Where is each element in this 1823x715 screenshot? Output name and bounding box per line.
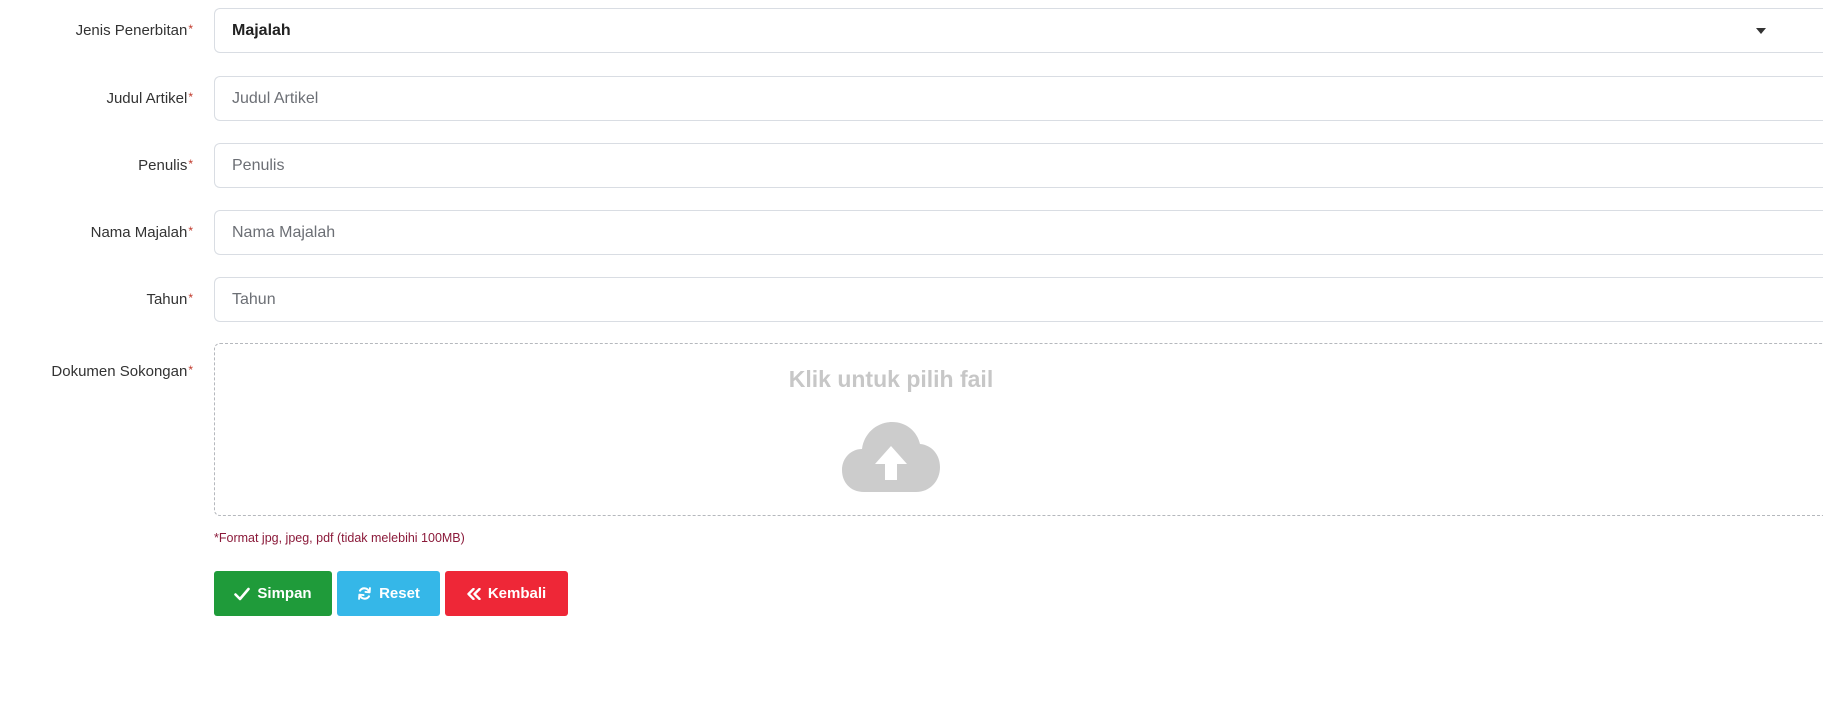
author-row: Penulis* [0,143,1823,189]
back-button-label: Kembali [487,585,547,602]
publication-type-select[interactable]: Majalah [214,8,1823,53]
document-label: Dokumen Sokongan* [51,363,193,380]
article-title-row: Judul Artikel* [0,76,1823,122]
check-icon [234,587,251,600]
author-label: Penulis* [138,157,193,174]
refresh-icon [358,587,371,600]
cloud-upload-icon [842,422,940,492]
reset-button[interactable]: Reset [337,571,440,616]
save-button-label: Simpan [257,585,312,602]
article-title-input[interactable] [214,76,1823,121]
author-input[interactable] [214,143,1823,188]
year-row: Tahun* [0,277,1823,323]
dropzone-text: Klik untuk pilih fail [788,366,994,392]
year-input[interactable] [214,277,1823,322]
caret-down-icon [1756,27,1766,34]
reset-button-label: Reset [379,585,420,602]
publication-type-label: Jenis Penerbitan* [75,22,193,39]
save-button[interactable]: Simpan [214,571,332,616]
back-button[interactable]: Kembali [445,571,568,616]
magazine-name-row: Nama Majalah* [0,210,1823,256]
file-dropzone[interactable]: Klik untuk pilih fail [214,343,1823,516]
article-title-label: Judul Artikel* [106,90,193,107]
file-format-hint: *Format jpg, jpeg, pdf (tidak melebihi 1… [214,531,465,545]
double-left-icon [467,587,481,600]
year-label: Tahun* [146,291,193,308]
publication-form: Jenis Penerbitan* Majalah Judul Artikel*… [0,0,1823,715]
publication-type-row: Jenis Penerbitan* Majalah [0,8,1823,54]
publication-type-value: Majalah [232,21,291,39]
magazine-name-label: Nama Majalah* [90,224,193,241]
magazine-name-input[interactable] [214,210,1823,255]
